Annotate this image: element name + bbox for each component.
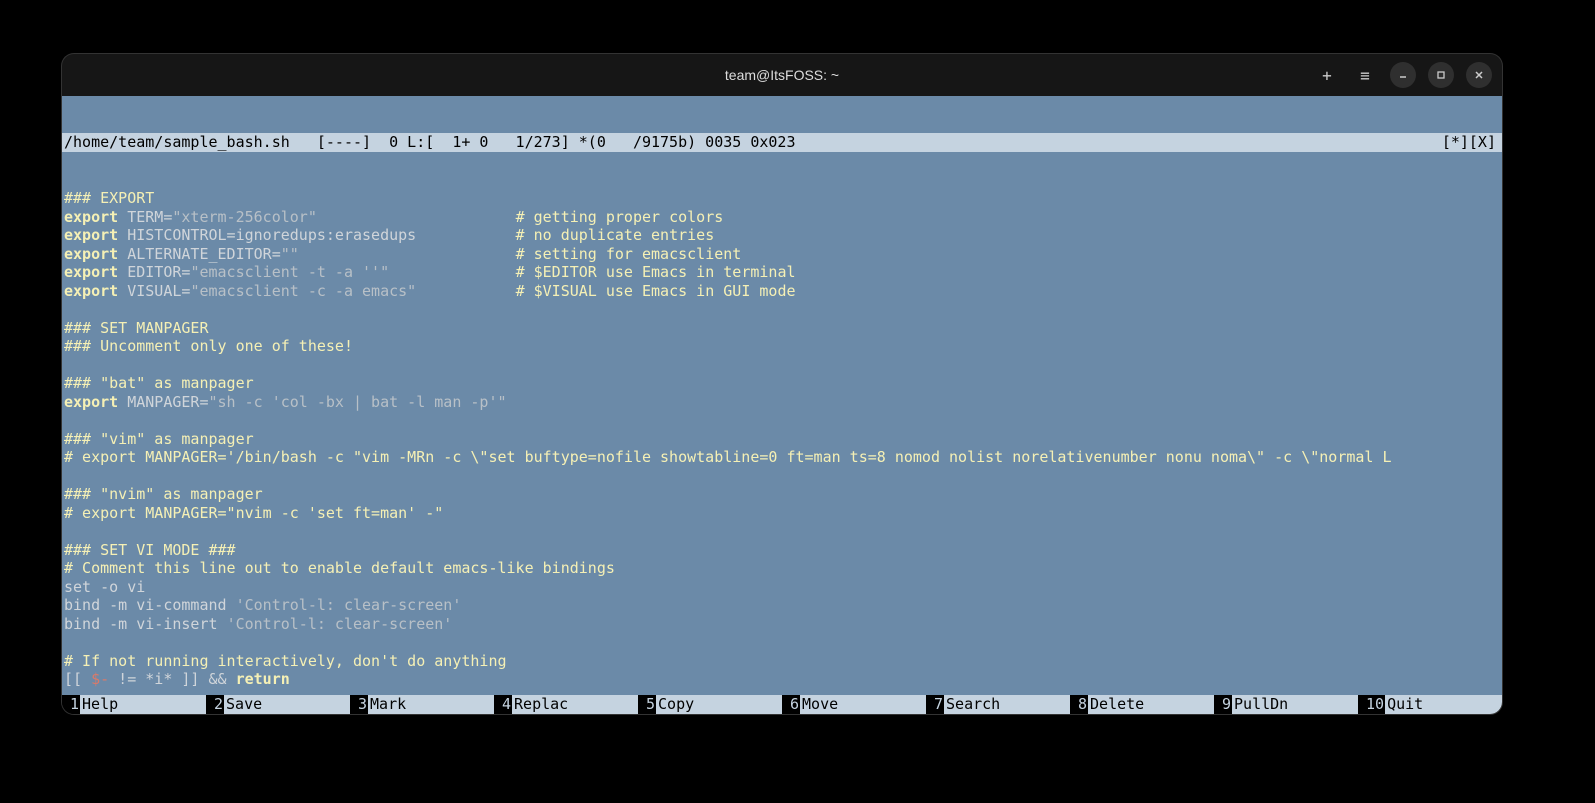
fkey-label: Mark [368, 695, 494, 714]
fkey-number: 4 [494, 695, 512, 714]
fkey-pulldn[interactable]: 9PullDn [1214, 695, 1358, 714]
code-line[interactable]: ### "nvim" as manpager [64, 485, 1502, 504]
window-controls: + ≡ [1314, 54, 1492, 96]
editor-area[interactable]: /home/team/sample_bash.sh [----] 0 L:[ 1… [62, 96, 1502, 695]
code-line[interactable]: export EDITOR="emacsclient -t -a ''" # $… [64, 263, 1502, 282]
fkey-number: 8 [1070, 695, 1088, 714]
fkey-number: 10 [1358, 695, 1385, 714]
code-line[interactable]: export VISUAL="emacsclient -c -a emacs" … [64, 282, 1502, 301]
fkey-number: 6 [782, 695, 800, 714]
fkey-label: Delete [1088, 695, 1214, 714]
code-line[interactable]: ### "bat" as manpager [64, 374, 1502, 393]
function-key-bar: 1Help2Save3Mark4Replac5Copy6Move7Search8… [62, 695, 1502, 714]
code-line[interactable]: # If not running interactively, don't do… [64, 652, 1502, 671]
fkey-help[interactable]: 1Help [62, 695, 206, 714]
code-line[interactable]: ### Uncomment only one of these! [64, 337, 1502, 356]
fkey-mark[interactable]: 3Mark [350, 695, 494, 714]
fkey-number: 3 [350, 695, 368, 714]
code-line[interactable] [64, 522, 1502, 541]
code-line[interactable] [64, 411, 1502, 430]
fkey-label: Help [80, 695, 206, 714]
fkey-move[interactable]: 6Move [782, 695, 926, 714]
fkey-label: Search [944, 695, 1070, 714]
fkey-label: Quit [1385, 695, 1502, 714]
fkey-label: Move [800, 695, 926, 714]
code-line[interactable] [64, 300, 1502, 319]
code-line[interactable]: bind -m vi-command 'Control-l: clear-scr… [64, 596, 1502, 615]
code-line[interactable]: [[ $- != *i* ]] && return [64, 670, 1502, 689]
fkey-number: 1 [62, 695, 80, 714]
code-line[interactable]: export HISTCONTROL=ignoredups:erasedups … [64, 226, 1502, 245]
fkey-number: 9 [1214, 695, 1232, 714]
fkey-copy[interactable]: 5Copy [638, 695, 782, 714]
status-right: [*][X] [1442, 133, 1500, 152]
code-line[interactable]: export TERM="xterm-256color" # getting p… [64, 208, 1502, 227]
titlebar: team@ItsFOSS: ~ + ≡ [62, 54, 1502, 96]
fkey-search[interactable]: 7Search [926, 695, 1070, 714]
menu-icon[interactable]: ≡ [1352, 62, 1378, 88]
code-line[interactable]: export ALTERNATE_EDITOR="" # setting for… [64, 245, 1502, 264]
code-line[interactable]: ### SET MANPAGER [64, 319, 1502, 338]
code-line[interactable]: # export MANPAGER="nvim -c 'set ft=man' … [64, 504, 1502, 523]
code-line[interactable] [64, 633, 1502, 652]
code-line[interactable]: bind -m vi-insert 'Control-l: clear-scre… [64, 615, 1502, 634]
fkey-label: Copy [656, 695, 782, 714]
code-line[interactable]: ### EXPORT [64, 189, 1502, 208]
maximize-button[interactable] [1428, 62, 1454, 88]
code-line[interactable]: export MANPAGER="sh -c 'col -bx | bat -l… [64, 393, 1502, 412]
code-line[interactable] [64, 356, 1502, 375]
code-line[interactable]: # export MANPAGER='/bin/bash -c "vim -MR… [64, 448, 1502, 467]
fkey-number: 2 [206, 695, 224, 714]
fkey-number: 5 [638, 695, 656, 714]
fkey-number: 7 [926, 695, 944, 714]
close-button[interactable] [1466, 62, 1492, 88]
code-line[interactable]: ### SET VI MODE ### [64, 541, 1502, 560]
new-tab-icon[interactable]: + [1314, 62, 1340, 88]
terminal-window: team@ItsFOSS: ~ + ≡ /home/team/sample_ba… [62, 54, 1502, 714]
fkey-save[interactable]: 2Save [206, 695, 350, 714]
code-content[interactable]: ### EXPORTexport TERM="xterm-256color" #… [62, 189, 1502, 695]
window-title: team@ItsFOSS: ~ [62, 67, 1502, 83]
code-line[interactable]: set -o vi [64, 578, 1502, 597]
status-line: /home/team/sample_bash.sh [----] 0 L:[ 1… [62, 133, 1502, 152]
code-line[interactable] [64, 467, 1502, 486]
code-line[interactable]: # Comment this line out to enable defaul… [64, 559, 1502, 578]
code-line[interactable]: ### "vim" as manpager [64, 430, 1502, 449]
fkey-replac[interactable]: 4Replac [494, 695, 638, 714]
fkey-quit[interactable]: 10Quit [1358, 695, 1502, 714]
status-left: /home/team/sample_bash.sh [----] 0 L:[ 1… [64, 133, 796, 152]
fkey-delete[interactable]: 8Delete [1070, 695, 1214, 714]
code-line[interactable] [64, 689, 1502, 696]
fkey-label: PullDn [1232, 695, 1358, 714]
minimize-button[interactable] [1390, 62, 1416, 88]
fkey-label: Save [224, 695, 350, 714]
fkey-label: Replac [512, 695, 638, 714]
